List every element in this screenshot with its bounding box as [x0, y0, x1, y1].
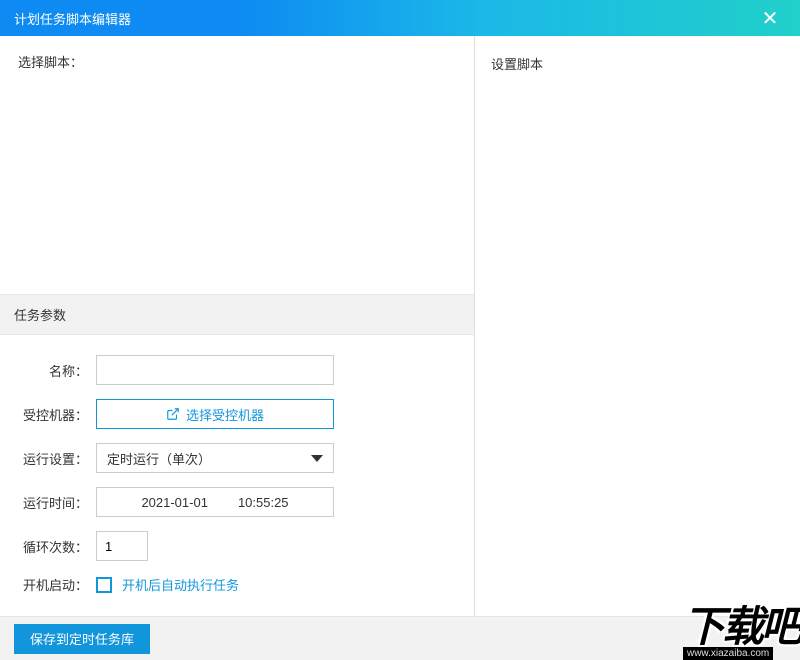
row-machine: 受控机器： 选择受控机器 [18, 399, 456, 429]
name-label: 名称： [18, 361, 96, 380]
row-name: 名称： [18, 355, 456, 385]
run-time-date: 2021-01-01 [141, 495, 208, 510]
run-setting-select[interactable]: 定时运行（单次） [96, 443, 334, 473]
close-button[interactable]: ✕ [750, 0, 790, 36]
row-run-time: 运行时间： 2021-01-01 10:55:25 [18, 487, 456, 517]
task-params-form: 名称： 受控机器： 选择受控机器 运行设置： 定时运行（单次） [0, 335, 474, 618]
run-time-label: 运行时间： [18, 493, 96, 512]
window-title: 计划任务脚本编辑器 [14, 9, 131, 28]
row-boot: 开机启动： 开机后自动执行任务 [18, 575, 456, 594]
run-setting-value: 定时运行（单次） [107, 449, 211, 468]
titlebar: 计划任务脚本编辑器 ✕ [0, 0, 800, 36]
footer: 保存到定时任务库 [0, 616, 800, 660]
boot-label: 开机启动： [18, 575, 96, 594]
name-input[interactable] [96, 355, 334, 385]
run-time-field[interactable]: 2021-01-01 10:55:25 [96, 487, 334, 517]
right-panel: 设置脚本 [475, 36, 800, 616]
run-time-time: 10:55:25 [238, 495, 289, 510]
row-loop: 循环次数： [18, 531, 456, 561]
main-area: 选择脚本： 任务参数 名称： 受控机器： 选择受控机器 运行设置： [0, 36, 800, 616]
external-link-icon [166, 407, 180, 421]
select-machine-button[interactable]: 选择受控机器 [96, 399, 334, 429]
select-script-section: 选择脚本： [0, 36, 474, 294]
machine-label: 受控机器： [18, 405, 96, 424]
set-script-header: 设置脚本 [491, 54, 784, 73]
left-panel: 选择脚本： 任务参数 名称： 受控机器： 选择受控机器 运行设置： [0, 36, 475, 616]
run-setting-label: 运行设置： [18, 449, 96, 468]
row-run-setting: 运行设置： 定时运行（单次） [18, 443, 456, 473]
save-button[interactable]: 保存到定时任务库 [14, 624, 150, 654]
select-machine-button-label: 选择受控机器 [186, 405, 264, 424]
close-icon: ✕ [762, 6, 779, 31]
select-script-label: 选择脚本： [0, 36, 474, 81]
loop-input[interactable] [96, 531, 148, 561]
task-params-header: 任务参数 [0, 294, 474, 335]
chevron-down-icon [311, 455, 323, 462]
boot-checkbox-label: 开机后自动执行任务 [122, 575, 239, 594]
boot-checkbox[interactable] [96, 577, 112, 593]
loop-label: 循环次数： [18, 537, 96, 556]
